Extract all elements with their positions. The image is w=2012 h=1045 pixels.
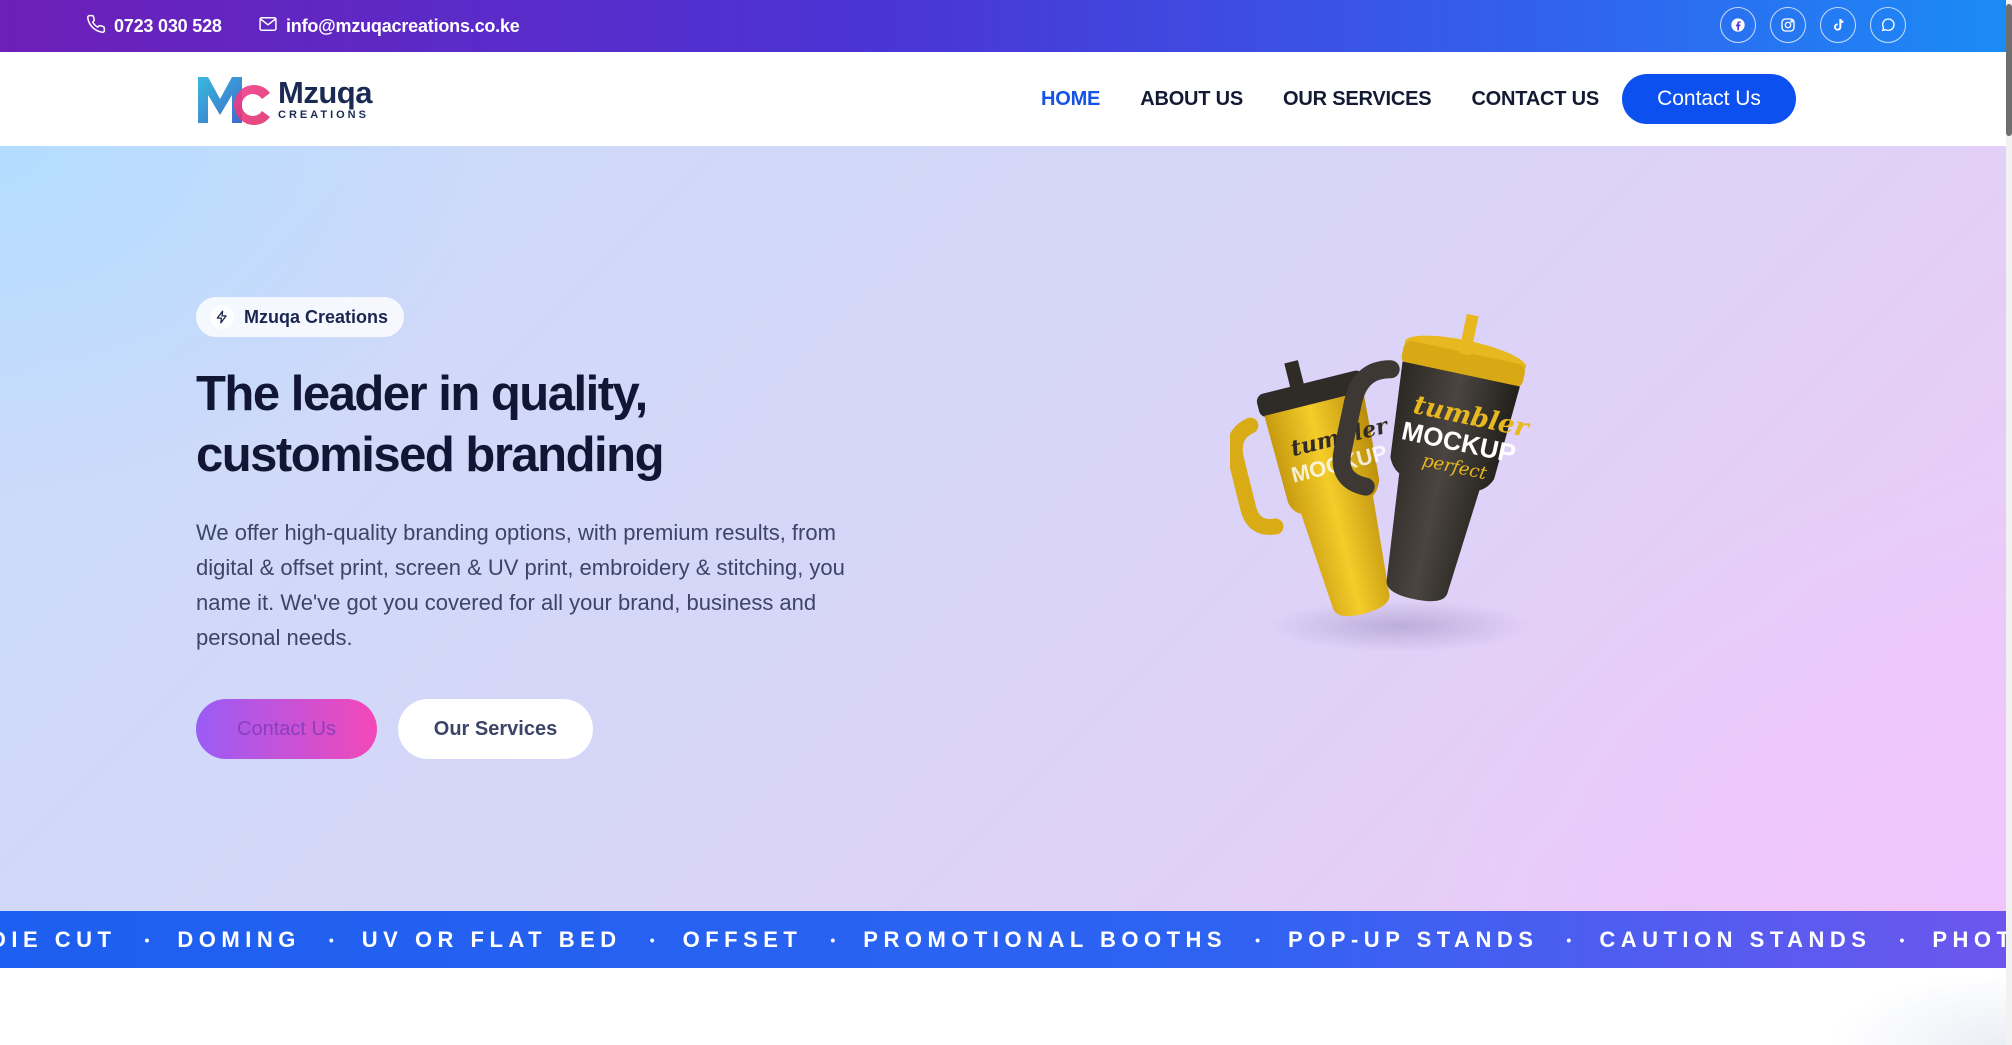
hero-description: We offer high-quality branding options, … bbox=[196, 520, 845, 650]
mail-icon bbox=[258, 14, 278, 39]
phone-contact[interactable]: 0723 030 528 bbox=[86, 0, 222, 52]
phone-number: 0723 030 528 bbox=[114, 15, 222, 36]
marquee-separator: • bbox=[1899, 931, 1905, 948]
facebook-icon[interactable] bbox=[1720, 7, 1756, 43]
site-logo[interactable]: Mzuqa CREATIONS bbox=[196, 71, 372, 127]
email-address: info@mzuqacreations.co.ke bbox=[286, 15, 520, 36]
social-links bbox=[1720, 7, 1906, 43]
marquee-track: DIE CUT • DOMING • UV OR FLAT BED • OFFS… bbox=[0, 911, 2006, 968]
badge-label: Mzuqa Creations bbox=[244, 306, 389, 327]
top-bar: 0723 030 528 info@mzuqacreations.co.ke bbox=[0, 0, 2012, 52]
marquee-separator: • bbox=[328, 931, 334, 948]
main-nav: HOME ABOUT US OUR SERVICES CONTACT US bbox=[1041, 52, 1639, 146]
hero-services-button[interactable]: Our Services bbox=[398, 699, 593, 759]
hero-contact-button[interactable]: Contact Us bbox=[196, 699, 377, 759]
logo-mark-icon bbox=[196, 71, 274, 127]
tumbler-mockup-image: tumbler MOCKUP tumbler MOCKUP perfect bbox=[1226, 296, 1570, 656]
marquee-separator: • bbox=[649, 931, 655, 948]
hero-title: The leader in quality, customised brandi… bbox=[196, 367, 665, 482]
nav-contact-us[interactable]: CONTACT US bbox=[1471, 88, 1599, 111]
page-scrollbar[interactable] bbox=[2006, 0, 2012, 1045]
logo-subtitle: CREATIONS bbox=[278, 109, 369, 121]
decorative-glow bbox=[1600, 968, 2006, 1045]
instagram-icon[interactable] bbox=[1770, 7, 1806, 43]
scrollbar-thumb[interactable] bbox=[2006, 4, 2012, 136]
tiktok-icon[interactable] bbox=[1820, 7, 1856, 43]
logo-name: Mzuqa bbox=[278, 75, 372, 110]
marquee-item: PHOTO MOU bbox=[1932, 926, 2006, 952]
marquee-item: CAUTION STANDS bbox=[1599, 926, 1872, 952]
lightning-icon bbox=[210, 305, 234, 329]
header-contact-button[interactable]: Contact Us bbox=[1622, 74, 1796, 124]
nav-our-services[interactable]: OUR SERVICES bbox=[1283, 88, 1432, 111]
marquee-item: OFFSET bbox=[682, 926, 803, 952]
whatsapp-icon[interactable] bbox=[1870, 7, 1906, 43]
marquee-separator: • bbox=[1255, 931, 1261, 948]
marquee-item: DIE CUT bbox=[0, 926, 117, 952]
marquee-item: PROMOTIONAL BOOTHS bbox=[863, 926, 1228, 952]
marquee-item: DOMING bbox=[177, 926, 301, 952]
email-contact[interactable]: info@mzuqacreations.co.ke bbox=[258, 0, 520, 52]
hero-badge: Mzuqa Creations bbox=[196, 297, 405, 337]
marquee-item: UV OR FLAT BED bbox=[361, 926, 622, 952]
site-header: Mzuqa CREATIONS HOME ABOUT US OUR SERVIC… bbox=[0, 52, 2012, 146]
marquee-item: POP-UP STANDS bbox=[1288, 926, 1539, 952]
services-marquee: DIE CUT • DOMING • UV OR FLAT BED • OFFS… bbox=[0, 911, 2006, 968]
marquee-separator: • bbox=[1566, 931, 1572, 948]
hero-section: Mzuqa Creations The leader in quality, c… bbox=[0, 146, 2012, 911]
marquee-separator: • bbox=[830, 931, 836, 948]
nav-home[interactable]: HOME bbox=[1041, 88, 1100, 111]
marquee-separator: • bbox=[144, 931, 150, 948]
phone-icon bbox=[86, 14, 106, 39]
nav-about-us[interactable]: ABOUT US bbox=[1140, 88, 1243, 111]
